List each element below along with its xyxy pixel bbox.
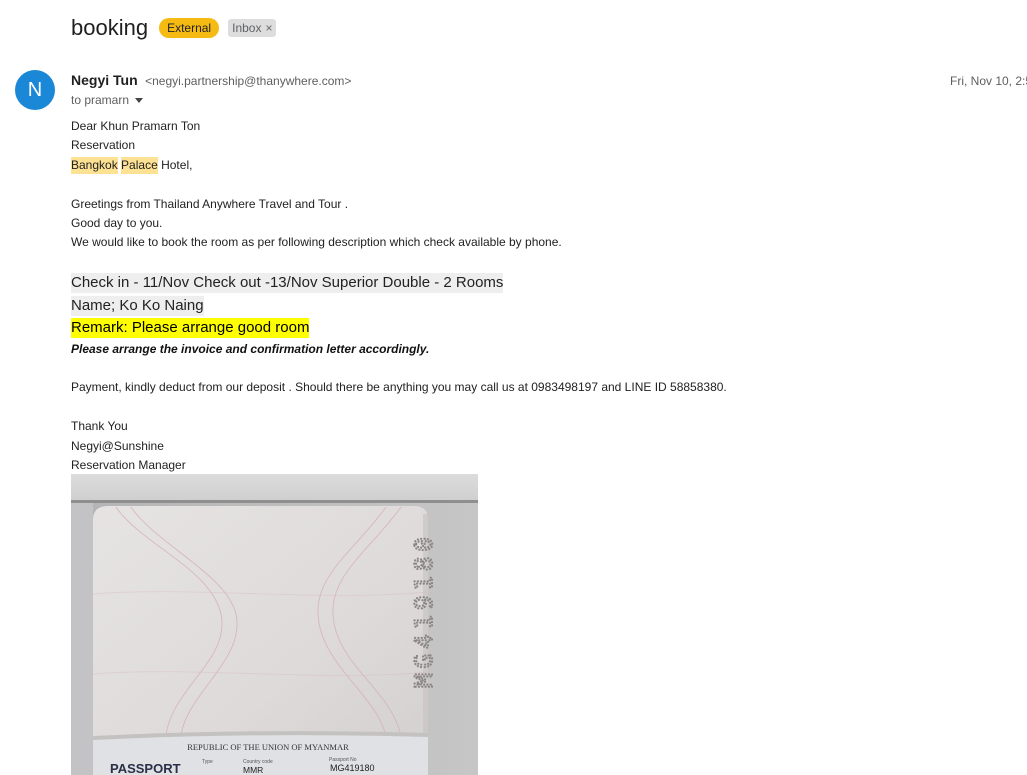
- email-subject: booking: [71, 15, 149, 40]
- close-icon[interactable]: ×: [265, 19, 272, 37]
- document-type-text: PASSPORT: [110, 761, 181, 775]
- request-line: We would like to book the room as per fo…: [71, 235, 562, 250]
- closing-line: Thank You: [71, 419, 128, 434]
- email-date: Fri, Nov 10, 2:5: [950, 74, 1027, 88]
- signature-name: Negyi@Sunshine: [71, 438, 164, 453]
- sender-avatar[interactable]: N: [15, 70, 55, 110]
- external-label-badge: External: [159, 18, 220, 38]
- greeting-line: Greetings from Thailand Anywhere Travel …: [71, 196, 349, 211]
- signature-title: Reservation Manager: [71, 457, 186, 472]
- scanner-top-strip: [71, 474, 478, 501]
- passport-photo: MG419180 REPUBLIC OF THE UNION OF MYANMA…: [71, 474, 478, 775]
- salutation-line: Dear Khun Pramarn Ton: [71, 119, 201, 133]
- passport-photo-image: MG419180 REPUBLIC OF THE UNION OF MYANMA…: [71, 474, 478, 775]
- date-container: Fri, Nov 10, 2:5: [950, 72, 1027, 88]
- good-day-line: Good day to you.: [71, 215, 163, 230]
- sender-email-address: <negyi.partnership@thanywhere.com>: [145, 74, 352, 88]
- hotel-line-rest: Hotel,: [161, 157, 193, 172]
- inbox-label-text[interactable]: Inbox: [232, 21, 261, 35]
- sender-name[interactable]: Negyi Tun: [71, 72, 138, 88]
- passport-no-value: MG419180: [330, 763, 375, 773]
- remark-text: Remark: Please arrange good room: [71, 318, 310, 339]
- perforated-passport-number: MG419180: [410, 532, 438, 688]
- left-side-strip: [71, 503, 93, 775]
- hotel-highlight-word: Bangkok: [71, 156, 118, 174]
- country-code-value: MMR: [243, 765, 263, 775]
- payment-line: Payment, kindly deduct from our deposit …: [71, 380, 727, 395]
- department-line: Reservation: [71, 138, 136, 153]
- guest-name-text: Name; Ko Ko Naing: [71, 295, 204, 316]
- sender-row: Negyi Tun <negyi.partnership@thanywhere.…: [71, 71, 351, 89]
- issuer-text: REPUBLIC OF THE UNION OF MYANMAR: [187, 742, 349, 752]
- subject-row: booking External Inbox ×: [71, 13, 277, 43]
- recipients-row: to pramarn: [71, 92, 144, 108]
- invoice-note-line: Please arrange the invoice and confirmat…: [71, 341, 430, 356]
- email-body: Dear Khun Pramarn Ton Reservation Bangko…: [71, 117, 1011, 475]
- remark-line: Remark: Please arrange good room: [71, 317, 1011, 340]
- chevron-down-icon[interactable]: [135, 97, 144, 103]
- type-label: Type: [202, 759, 213, 765]
- hotel-highlight-word: Palace: [121, 156, 158, 174]
- booking-details-line: Check in - 11/Nov Check out -13/Nov Supe…: [71, 272, 1011, 295]
- guest-name-line: Name; Ko Ko Naing: [71, 295, 1011, 318]
- booking-details-text: Check in - 11/Nov Check out -13/Nov Supe…: [71, 273, 504, 294]
- recipients-text: to pramarn: [71, 93, 130, 107]
- hotel-line: Bangkok Palace Hotel,: [71, 156, 1011, 175]
- inbox-label-chip[interactable]: Inbox ×: [228, 19, 277, 37]
- scanner-edge-shadow: [71, 500, 478, 503]
